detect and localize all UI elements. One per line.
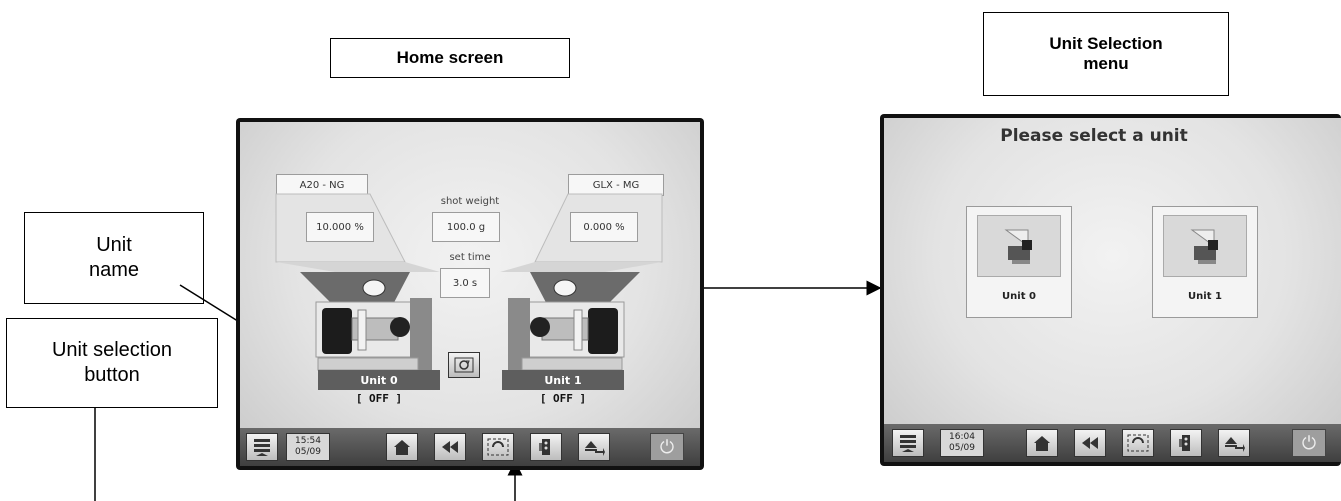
refresh-button[interactable] xyxy=(448,352,480,378)
unit-selection-button[interactable] xyxy=(482,433,514,461)
unit-1-thumbnail xyxy=(1163,215,1247,277)
right-percent-field[interactable]: 0.000 % xyxy=(570,212,638,242)
dosing-unit-icon xyxy=(1004,229,1032,264)
rewind-icon xyxy=(1082,437,1098,449)
home-button[interactable] xyxy=(386,433,418,461)
export-button[interactable] xyxy=(578,433,610,461)
home-clock-date: 05/09 xyxy=(295,447,321,457)
set-time-label: set time xyxy=(449,252,491,263)
export-icon xyxy=(1225,437,1245,452)
menu-button[interactable] xyxy=(892,429,924,457)
home-icon xyxy=(394,440,410,455)
unit-selection-button[interactable] xyxy=(1122,429,1154,457)
unit-selection-icon xyxy=(487,438,509,456)
unit-0-name-bar[interactable]: Unit 0 xyxy=(318,370,440,390)
left-percent-field[interactable]: 10.000 % xyxy=(306,212,374,242)
home-toolbar: 15:54 05/09 ⏻ xyxy=(240,428,700,466)
settings-icon xyxy=(1179,435,1190,451)
unit-name-callout: Unit name xyxy=(24,212,204,304)
unit-name-callout-text: Unit name xyxy=(88,234,140,281)
unit-selection-button-callout-text: Unit selection button xyxy=(51,339,173,386)
settings-icon xyxy=(539,439,550,455)
unit-0-thumbnail xyxy=(977,215,1061,277)
unit-selection-button-callout: Unit selection button xyxy=(6,318,218,408)
shot-weight-label: shot weight xyxy=(440,196,500,207)
unit-selection-icon xyxy=(1127,434,1149,452)
selection-toolbar: 16:04 05/09 ⏻ xyxy=(884,424,1341,462)
rewind-button[interactable] xyxy=(1074,429,1106,457)
selection-clock: 16:04 05/09 xyxy=(940,429,984,457)
rewind-icon xyxy=(442,441,458,453)
selection-display: Please select a unit Unit 0 Unit 1 16:04… xyxy=(884,118,1341,462)
settings-button[interactable] xyxy=(530,433,562,461)
set-time-field[interactable]: 3.0 s xyxy=(440,268,490,298)
refresh-icon xyxy=(454,357,474,373)
selection-clock-time: 16:04 xyxy=(949,432,975,442)
shot-weight-field[interactable]: 100.0 g xyxy=(432,212,500,242)
unit-0-card[interactable]: Unit 0 xyxy=(966,206,1072,318)
home-clock: 15:54 05/09 xyxy=(286,433,330,461)
unit-selection-menu-callout-text: Unit Selection menu xyxy=(1049,33,1163,73)
home-clock-time: 15:54 xyxy=(295,436,321,446)
rewind-button[interactable] xyxy=(434,433,466,461)
unit-0-status: [ OFF ] xyxy=(355,392,403,405)
power-icon: ⏻ xyxy=(1301,432,1317,453)
unit-selection-screen: Please select a unit Unit 0 Unit 1 16:04… xyxy=(880,114,1341,466)
menu-icon xyxy=(900,435,916,452)
home-screen-callout-text: Home screen xyxy=(396,47,504,67)
dosing-unit-icon xyxy=(1190,229,1218,264)
unit-1-name-bar[interactable]: Unit 1 xyxy=(502,370,624,390)
home-screen-callout: Home screen xyxy=(330,38,570,78)
power-button[interactable]: ⏻ xyxy=(1292,429,1326,457)
power-icon: ⏻ xyxy=(659,436,675,457)
settings-button[interactable] xyxy=(1170,429,1202,457)
menu-icon xyxy=(254,439,270,456)
home-icon xyxy=(1034,436,1050,451)
unit-1-card[interactable]: Unit 1 xyxy=(1152,206,1258,318)
home-display: A20 - NG GLX - MG 10.000 % 0.000 % shot … xyxy=(240,122,700,466)
export-icon xyxy=(585,441,605,456)
menu-button[interactable] xyxy=(246,433,278,461)
unit-0-card-label: Unit 0 xyxy=(1002,291,1036,302)
unit-1-card-label: Unit 1 xyxy=(1188,291,1222,302)
unit-1-status: [ OFF ] xyxy=(539,392,587,405)
home-button[interactable] xyxy=(1026,429,1058,457)
home-screen: A20 - NG GLX - MG 10.000 % 0.000 % shot … xyxy=(236,118,704,470)
export-button[interactable] xyxy=(1218,429,1250,457)
unit-selection-menu-callout: Unit Selection menu xyxy=(983,12,1229,96)
selection-clock-date: 05/09 xyxy=(949,443,975,453)
power-button[interactable]: ⏻ xyxy=(650,433,684,461)
selection-title: Please select a unit xyxy=(1000,126,1188,146)
